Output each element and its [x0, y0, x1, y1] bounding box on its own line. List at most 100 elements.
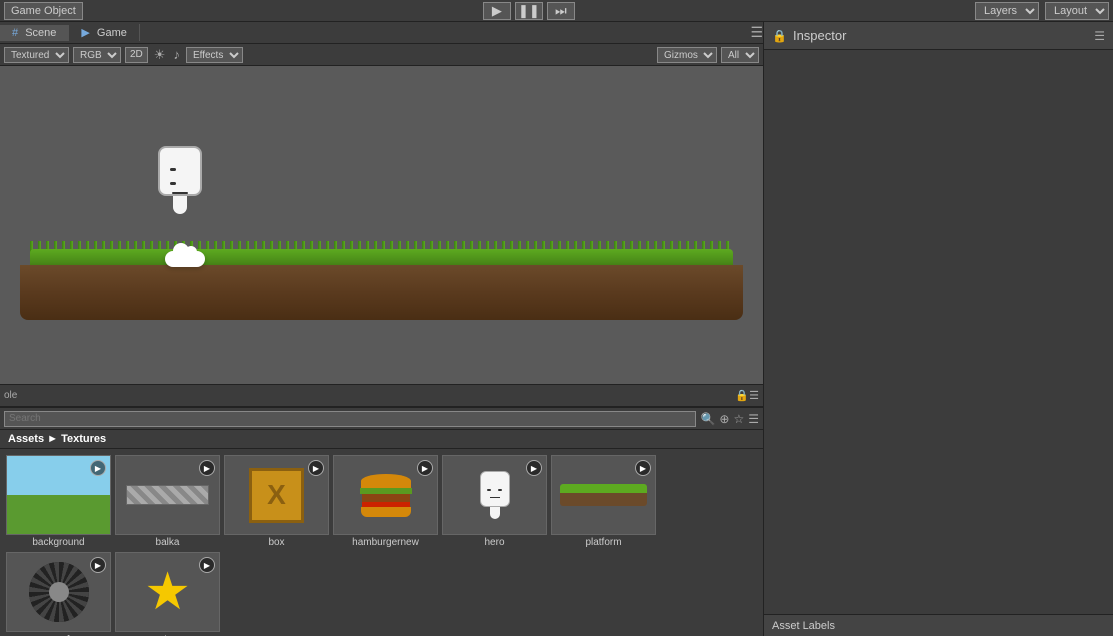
scene-game-tabs: # Scene ▶ Game ☰ [0, 22, 763, 44]
asset-item-background[interactable]: ▶ background [6, 455, 111, 548]
breadcrumb-root: Assets [8, 433, 44, 445]
color-select[interactable]: RGB [73, 47, 121, 63]
search-icon[interactable]: 🔍 [700, 412, 715, 426]
hero-eye-r [498, 489, 502, 491]
assets-toolbar: 🔍 ⊕ ☆ ☰ [0, 408, 763, 430]
asset-item-saw1[interactable]: ▶ saw 1 [6, 552, 111, 636]
asset-labels-text: Asset Labels [772, 620, 835, 632]
asset-thumb-hero: ▶ [442, 455, 547, 535]
play-saw1-button[interactable]: ▶ [90, 557, 106, 573]
scene-icon: # [12, 27, 18, 39]
scene-viewport[interactable] [0, 66, 763, 384]
search-input[interactable] [4, 411, 696, 427]
top-bar: Game Object ▶ ❚❚ ⏭ Layers Layout [0, 0, 1113, 22]
patty [362, 494, 410, 502]
step-button[interactable]: ⏭ [547, 2, 575, 20]
gizmos-select[interactable]: Gizmos [657, 47, 717, 63]
create-icon[interactable]: ⊕ [719, 412, 729, 426]
assets-panel: 🔍 ⊕ ☆ ☰ Assets ► Textures ▶ background [0, 406, 763, 636]
scene-menu-button[interactable]: ☰ [750, 24, 763, 41]
asset-label-balka: balka [156, 537, 180, 548]
bun-top [361, 474, 411, 488]
asset-label-hero: hero [484, 537, 504, 548]
dirt-layer [20, 265, 743, 320]
asset-item-star[interactable]: ★ ▶ star [115, 552, 220, 636]
play-button[interactable]: ▶ [483, 2, 511, 20]
burger-preview [356, 468, 416, 523]
platform-preview [560, 484, 648, 506]
inspector-menu-button[interactable]: ☰ [1094, 29, 1105, 43]
play-star-button[interactable]: ▶ [199, 557, 215, 573]
asset-labels-bar: Asset Labels [764, 614, 1113, 636]
asset-item-hero[interactable]: ▶ hero [442, 455, 547, 548]
play-platform-button[interactable]: ▶ [635, 460, 651, 476]
asset-item-platform[interactable]: ▶ platform [551, 455, 656, 548]
hero-drip [173, 196, 187, 214]
asset-thumb-background: ▶ [6, 455, 111, 535]
hero-mouth-preview [490, 497, 500, 498]
saw-preview [29, 562, 89, 622]
asset-thumb-saw1: ▶ [6, 552, 111, 632]
pause-button[interactable]: ❚❚ [515, 2, 543, 20]
asset-thumb-platform: ▶ [551, 455, 656, 535]
tomato [362, 502, 410, 507]
asset-item-hamburgernew[interactable]: ▶ hamburgernew [333, 455, 438, 548]
balka-preview [126, 485, 208, 505]
hero-mouth [172, 192, 188, 194]
hero-head-preview [480, 471, 510, 507]
layers-dropdown[interactable]: Layers [975, 2, 1039, 20]
asset-item-balka[interactable]: ▶ balka [115, 455, 220, 548]
2d-button[interactable]: 2D [125, 47, 148, 63]
effects-select[interactable]: Effects [186, 47, 243, 63]
cloud-shape [165, 251, 205, 267]
tab-scene[interactable]: # Scene [0, 25, 69, 41]
asset-thumb-star: ★ ▶ [115, 552, 220, 632]
left-panel: # Scene ▶ Game ☰ Textured RGB 2D ☀ ♪ Eff… [0, 22, 763, 636]
play-box-button[interactable]: ▶ [308, 460, 324, 476]
sun-icon[interactable]: ☀ [152, 47, 168, 63]
platform-ground [0, 249, 763, 329]
scene-bottom-bar: ole 🔒 ☰ [0, 384, 763, 406]
cloud-object [165, 251, 205, 267]
main-area: # Scene ▶ Game ☰ Textured RGB 2D ☀ ♪ Eff… [0, 22, 1113, 636]
tab-game[interactable]: ▶ Game [69, 24, 140, 41]
layout-dropdown[interactable]: Layout [1045, 2, 1109, 20]
assets-grid: ▶ background ▶ balka ▶ [0, 449, 763, 636]
audio-icon[interactable]: ♪ [171, 47, 182, 62]
breadcrumb-sep: ► [47, 433, 61, 445]
play-balka-button[interactable]: ▶ [199, 460, 215, 476]
breadcrumb: Assets ► Textures [0, 430, 763, 449]
filter-icon[interactable]: ☆ [733, 412, 744, 426]
hero-preview-container [480, 456, 510, 534]
lock-icon[interactable]: 🔒 [735, 389, 749, 402]
bottom-menu-button[interactable]: ☰ [749, 389, 759, 402]
gameobject-menu-button[interactable]: Game Object [4, 2, 83, 20]
hero-eye-l [487, 489, 491, 491]
hero-face [166, 160, 194, 194]
game-icon: ▶ [81, 27, 89, 39]
hero-drip-preview [490, 507, 500, 519]
breadcrumb-current: Textures [61, 433, 106, 445]
console-label: ole [4, 390, 17, 401]
asset-label-box: box [268, 537, 284, 548]
inspector-header: 🔒 Inspector ☰ [764, 22, 1113, 50]
asset-label-background: background [32, 537, 84, 548]
scene-toolbar: Textured RGB 2D ☀ ♪ Effects Gizmos All [0, 44, 763, 66]
asset-thumb-box: ▶ [224, 455, 329, 535]
star-preview: ★ [144, 566, 191, 618]
all-select[interactable]: All [721, 47, 759, 63]
play-hero-button[interactable]: ▶ [526, 460, 542, 476]
shading-select[interactable]: Textured [4, 47, 69, 63]
hero-head [158, 146, 202, 196]
saw-inner [49, 582, 69, 602]
play-background-button[interactable]: ▶ [90, 460, 106, 476]
play-hamburgernew-button[interactable]: ▶ [417, 460, 433, 476]
asset-thumb-balka: ▶ [115, 455, 220, 535]
hero-character [155, 146, 205, 226]
asset-label-platform: platform [585, 537, 621, 548]
asset-label-hamburgernew: hamburgernew [352, 537, 419, 548]
hero-face-preview [485, 480, 505, 498]
assets-menu-button[interactable]: ☰ [748, 412, 759, 426]
asset-item-box[interactable]: ▶ box [224, 455, 329, 548]
hero-right-eye [170, 182, 176, 185]
